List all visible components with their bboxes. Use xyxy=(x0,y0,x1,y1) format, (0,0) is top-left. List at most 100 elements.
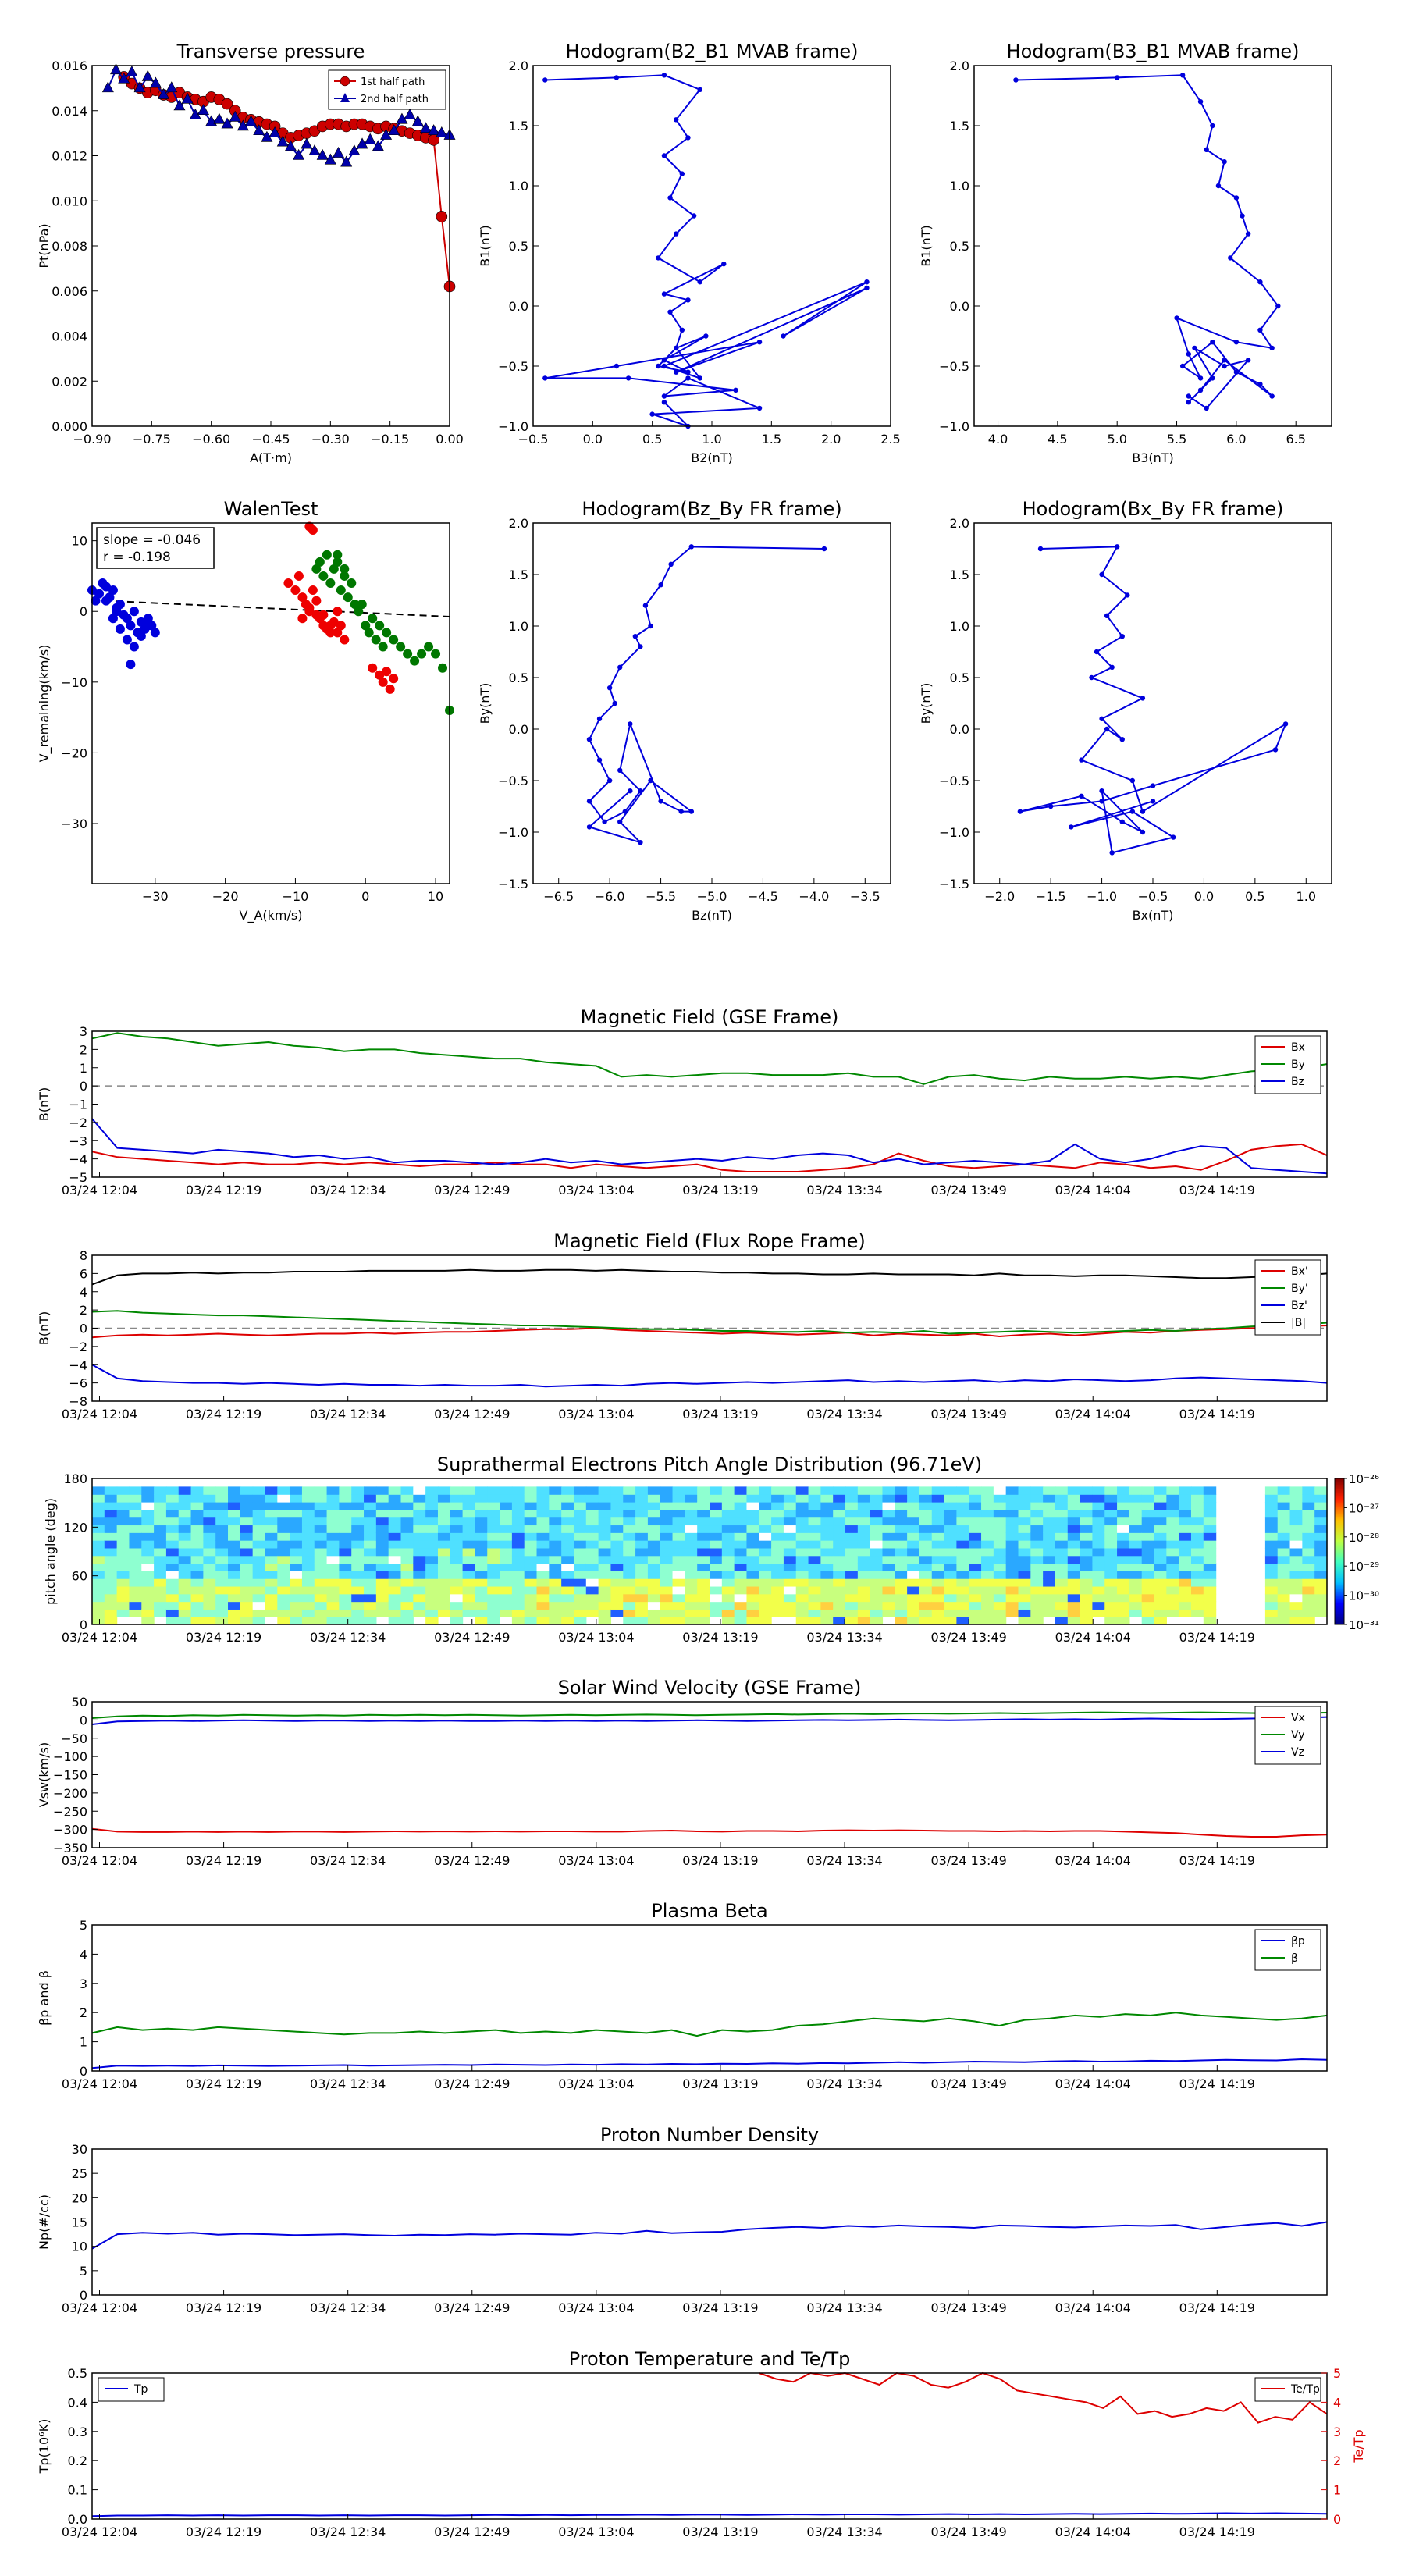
pitch-angle-cell xyxy=(833,1571,846,1579)
pitch-angle-cell xyxy=(487,1547,500,1557)
pitch-angle-cell xyxy=(203,1494,216,1503)
pitch-angle-cell xyxy=(375,1509,389,1518)
hodogram-b2-b1-point xyxy=(685,369,691,375)
pitch-angle-cell xyxy=(759,1509,772,1518)
pitch-angle-cell xyxy=(660,1486,674,1495)
pitch-angle-cell xyxy=(746,1502,759,1510)
pitch-angle-cell xyxy=(326,1571,340,1579)
pitch-angle-cell xyxy=(437,1532,451,1541)
pitch-angle-cell xyxy=(833,1563,846,1571)
pitch-angle-cell xyxy=(1289,1563,1303,1571)
pitch-angle-cell xyxy=(1302,1617,1315,1625)
pitch-angle-cell xyxy=(734,1555,748,1564)
hodogram-bx-by-xtick-label: 1.0 xyxy=(1297,889,1316,904)
walen-test-point xyxy=(424,642,434,652)
hodogram-bz-by-point xyxy=(648,623,653,629)
pitch-angle-cell xyxy=(154,1578,167,1587)
pitch-angle-cell xyxy=(783,1494,797,1503)
pitch-angle-cell xyxy=(536,1578,550,1587)
pitch-angle-cell xyxy=(907,1532,920,1541)
pitch-angle-cell xyxy=(437,1571,451,1579)
pitch-angle-cell xyxy=(697,1601,710,1610)
magnetic-field-gse-series-Bz xyxy=(91,1118,1328,1175)
hodogram-bz-by-point xyxy=(668,561,674,567)
walen-test-xtick-label: −10 xyxy=(283,889,309,904)
pitch-angle-cell xyxy=(500,1585,513,1595)
pitch-angle-cell xyxy=(265,1563,278,1571)
pitch-angle-cell xyxy=(129,1593,142,1603)
pitch-angle-cell xyxy=(400,1486,414,1495)
pitch-angle-cell xyxy=(1055,1532,1069,1541)
hodogram-b2-b1-point xyxy=(667,309,673,315)
pitch-angle-cell xyxy=(771,1609,784,1617)
pitch-angle-cell xyxy=(1314,1563,1328,1571)
pitch-angle-cell xyxy=(314,1578,328,1587)
pitch-angle-cell xyxy=(647,1494,661,1503)
pitch-angle-cell xyxy=(141,1555,155,1564)
pitch-angle-cell xyxy=(944,1532,957,1541)
pitch-angle-cell xyxy=(450,1555,464,1564)
pitch-angle-cell xyxy=(129,1540,142,1549)
pitch-angle-cell xyxy=(1005,1593,1019,1603)
pitch-angle-cell xyxy=(129,1525,142,1533)
pitch-angle-cell xyxy=(388,1502,402,1510)
pitch-angle-cell xyxy=(969,1555,982,1564)
pitch-angle-cell xyxy=(314,1563,328,1571)
pitch-angle-cell xyxy=(993,1593,1007,1603)
hodogram-bx-by-point xyxy=(1140,829,1146,835)
pitch-angle-cell xyxy=(598,1525,612,1533)
pitch-angle-cell xyxy=(1067,1563,1081,1571)
hodogram-b3-b1-point xyxy=(1210,375,1215,381)
pitch-angle-cell xyxy=(141,1525,155,1533)
pitch-angle-cell xyxy=(228,1486,241,1495)
pitch-angle-cell xyxy=(820,1585,834,1595)
pitch-angle-cell xyxy=(882,1502,895,1510)
solar-wind-velocity-legend-label: Vy xyxy=(1291,1729,1305,1742)
plasma-beta-time-tick-label: 03/24 12:19 xyxy=(186,2076,261,2091)
hodogram-b3-b1-ytick-label: 0.5 xyxy=(950,239,969,254)
pitch-angle-cell xyxy=(857,1517,871,1526)
pitch-angle-cell xyxy=(487,1517,500,1526)
pitch-angle-cell xyxy=(710,1517,723,1526)
transverse-pressure-ylabel: Pt(nPa) xyxy=(37,223,52,268)
pitch-angle-cell xyxy=(1117,1617,1130,1625)
magnetic-field-gse-time-tick-label: 03/24 12:34 xyxy=(310,1183,386,1197)
pitch-angle-cell xyxy=(1043,1547,1056,1557)
pitch-angle-cell xyxy=(734,1601,748,1610)
pitch-angle-cell xyxy=(993,1517,1007,1526)
pitch-angle-cell xyxy=(1030,1532,1044,1541)
pitch-angle-cell xyxy=(969,1547,982,1557)
pitch-angle-cell xyxy=(1166,1601,1179,1610)
pitch-angle-cell xyxy=(475,1571,488,1579)
pitch-angle-cell xyxy=(1277,1509,1291,1518)
pitch-angle-cell xyxy=(339,1494,352,1503)
pitch-angle-cell xyxy=(635,1609,649,1617)
pitch-angle-cell xyxy=(301,1509,315,1518)
pitch-angle-cell xyxy=(400,1578,414,1587)
pitch-angle-cell xyxy=(573,1547,587,1557)
transverse-pressure-xtick-label: −0.90 xyxy=(73,432,111,447)
pitch-angle-cell xyxy=(511,1593,525,1603)
pitch-angle-cell xyxy=(92,1617,105,1625)
pitch-angle-cell xyxy=(808,1571,821,1579)
pitch-angle-cell xyxy=(1129,1609,1143,1617)
pitch-angle-cell xyxy=(1302,1486,1315,1495)
pitch-angle-cell xyxy=(277,1494,290,1503)
pitch-angle-cell xyxy=(845,1571,859,1579)
hodogram-b2-b1-point xyxy=(864,279,870,285)
plasma-beta-time-tick-label: 03/24 12:34 xyxy=(310,2076,386,2091)
pitch-angle-cell xyxy=(783,1547,797,1557)
pitch-angle-cell xyxy=(1043,1517,1056,1526)
pitch-angle-cell xyxy=(104,1617,118,1625)
pitch-angle-cell xyxy=(425,1540,439,1549)
pitch-angle-cell xyxy=(425,1532,439,1541)
pitch-angle-cell xyxy=(487,1585,500,1595)
pitch-angle-cell xyxy=(660,1547,674,1557)
pitch-angle-cell xyxy=(413,1525,426,1533)
pitch-angle-cell xyxy=(1289,1486,1303,1495)
pitch-angle-cell xyxy=(598,1593,612,1603)
pitch-angle-cell xyxy=(462,1517,476,1526)
magnetic-field-fr-ytick-label: −2 xyxy=(69,1340,87,1354)
hodogram-bz-by-series-line xyxy=(587,546,824,844)
pitch-angle-cell xyxy=(771,1525,784,1533)
